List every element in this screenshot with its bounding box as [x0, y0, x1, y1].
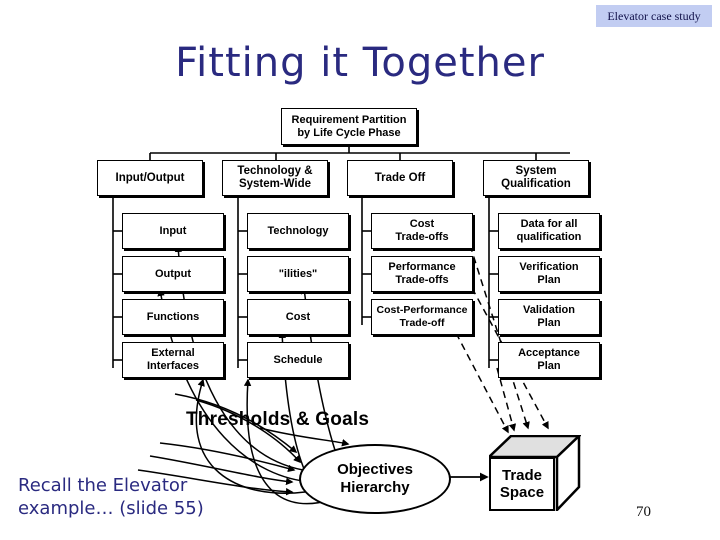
node-label: System Qualification	[501, 165, 571, 190]
node-label: Input	[159, 224, 187, 237]
page-number: 70	[636, 504, 651, 520]
recall-note-line2: example… (slide 55)	[18, 498, 204, 519]
node-label-line2: Hierarchy	[340, 479, 410, 496]
node-label: Functions	[146, 310, 200, 323]
node-cost-performance-trade-off[interactable]: Cost-Performance Trade-off	[371, 299, 473, 335]
node-trade-space[interactable]: Trade Space	[489, 435, 581, 511]
node-label: Performance Trade-offs	[388, 261, 456, 286]
node-acceptance-plan[interactable]: Acceptance Plan	[498, 342, 600, 378]
node-label: Schedule	[273, 353, 323, 366]
node-label: Data for all qualification	[516, 218, 582, 243]
cube-front-face: Trade Space	[489, 457, 555, 511]
node-cost-trade-offs[interactable]: Cost Trade-offs	[371, 213, 473, 249]
node-label: Verification Plan	[519, 261, 579, 286]
node-label: Technology & System-Wide	[237, 165, 313, 190]
node-label-line2: Space	[499, 484, 545, 501]
fitting-it-together-diagram: Requirement Partition by Life Cycle Phas…	[0, 0, 720, 540]
node-label: External Interfaces	[147, 347, 199, 372]
node-ilities[interactable]: "ilities"	[247, 256, 349, 292]
node-label: Cost-Performance Trade-off	[376, 304, 468, 329]
recall-note-line1: Recall the Elevator	[18, 475, 188, 496]
node-functions[interactable]: Functions	[122, 299, 224, 335]
node-label: Trade Off	[374, 171, 426, 184]
node-label: Input/Output	[115, 171, 185, 184]
node-label: Cost	[285, 310, 311, 323]
node-label: Requirement Partition by Life Cycle Phas…	[291, 113, 407, 139]
node-category-input-output[interactable]: Input/Output	[97, 160, 203, 196]
slide: Elevator case study Fitting it Together	[0, 0, 720, 540]
node-label-line1: Objectives	[337, 461, 413, 478]
node-objectives-hierarchy[interactable]: Objectives Hierarchy	[299, 444, 451, 514]
node-label: Technology	[267, 224, 329, 237]
node-label-line1: Trade	[501, 467, 543, 484]
recall-note: Recall the Elevator example… (slide 55)	[18, 474, 248, 520]
node-performance-trade-offs[interactable]: Performance Trade-offs	[371, 256, 473, 292]
node-label: "ilities"	[278, 267, 318, 280]
node-input[interactable]: Input	[122, 213, 224, 249]
node-label: Cost Trade-offs	[395, 218, 449, 243]
node-label: Validation Plan	[523, 304, 575, 329]
node-data-for-all-qualification[interactable]: Data for all qualification	[498, 213, 600, 249]
node-validation-plan[interactable]: Validation Plan	[498, 299, 600, 335]
node-category-system-qualification[interactable]: System Qualification	[483, 160, 589, 196]
node-schedule[interactable]: Schedule	[247, 342, 349, 378]
node-technology[interactable]: Technology	[247, 213, 349, 249]
node-output[interactable]: Output	[122, 256, 224, 292]
node-verification-plan[interactable]: Verification Plan	[498, 256, 600, 292]
node-cost[interactable]: Cost	[247, 299, 349, 335]
node-category-trade-off[interactable]: Trade Off	[347, 160, 453, 196]
node-label: Output	[154, 267, 192, 280]
thresholds-and-goals-label: Thresholds & Goals	[186, 409, 370, 430]
node-label: Acceptance Plan	[518, 347, 580, 372]
node-category-technology-system-wide[interactable]: Technology & System-Wide	[222, 160, 328, 196]
node-external-interfaces[interactable]: External Interfaces	[122, 342, 224, 378]
node-requirement-partition[interactable]: Requirement Partition by Life Cycle Phas…	[281, 108, 417, 145]
